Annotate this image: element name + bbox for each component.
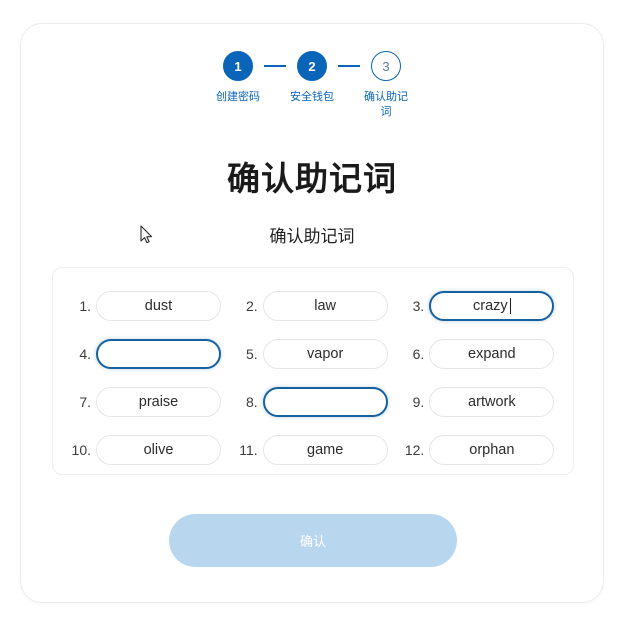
mnemonic-word-input[interactable]: [96, 339, 221, 369]
stepper-connector-1-2: [264, 65, 286, 67]
step-circle-1: 1: [223, 51, 253, 81]
mnemonic-word-index: 10.: [71, 442, 91, 458]
mnemonic-word-value: vapor: [307, 346, 344, 362]
mnemonic-word-input[interactable]: dust: [96, 291, 221, 321]
mnemonic-word-input[interactable]: vapor: [262, 339, 388, 369]
confirm-button[interactable]: 确认: [169, 514, 457, 567]
step-label-3: 确认助记词: [364, 91, 408, 118]
mnemonic-word-index: 4.: [79, 346, 91, 362]
mnemonic-word-cell: 5. vapor: [232, 339, 395, 369]
mnemonic-word-index: 6.: [412, 346, 425, 362]
step-circle-2: 2: [297, 51, 327, 81]
mnemonic-word-index: 9.: [412, 394, 425, 410]
mnemonic-word-cell: 9. artwork: [398, 387, 561, 417]
mnemonic-word-value: expand: [468, 346, 516, 362]
step-label-1: 创建密码: [216, 91, 260, 103]
wallet-setup-card: 1 创建密码 2 安全钱包 3 确认助记词 确认助记词 确认助记词 1. dust…: [20, 23, 604, 603]
mnemonic-word-input[interactable]: [262, 387, 388, 417]
mnemonic-word-index: 12.: [404, 442, 425, 458]
mnemonic-word-input[interactable]: artwork: [429, 387, 555, 417]
mnemonic-word-cell: 4.: [65, 339, 228, 369]
mnemonic-word-input[interactable]: expand: [429, 339, 555, 369]
mnemonic-panel: 1. dust 2. law 3. crazy 4. 5. vapor 6. expand 7. pra…: [52, 267, 574, 475]
mnemonic-word-input[interactable]: game: [262, 435, 388, 465]
page-title: 确认助记词: [227, 160, 397, 197]
mnemonic-word-cell: 10. olive: [65, 435, 228, 465]
mnemonic-word-cell: 1. dust: [65, 291, 228, 321]
mnemonic-word-value: praise: [138, 394, 179, 410]
progress-stepper: 1 创建密码 2 安全钱包 3 确认助记词: [21, 51, 603, 120]
mnemonic-word-value: artwork: [468, 394, 516, 410]
mnemonic-word-value: olive: [143, 442, 174, 458]
mnemonic-word-cell: 3. crazy: [398, 291, 561, 321]
mnemonic-word-cell: 6. expand: [398, 339, 561, 369]
mnemonic-word-index: 5.: [245, 346, 258, 362]
mnemonic-word-cell: 8.: [232, 387, 395, 417]
step-label-2: 安全钱包: [290, 91, 334, 103]
mnemonic-word-index: 8.: [245, 394, 258, 410]
mnemonic-word-cell: 12. orphan: [398, 435, 561, 465]
mnemonic-word-index: 1.: [79, 298, 91, 314]
step-circle-3: 3: [371, 51, 401, 81]
mnemonic-word-value: crazy: [473, 298, 508, 314]
mnemonic-word-value: dust: [144, 298, 173, 314]
mnemonic-word-cell: 7. praise: [65, 387, 228, 417]
stepper-step-3[interactable]: 3 确认助记词: [360, 51, 412, 120]
mnemonic-word-cell: 11. game: [232, 435, 395, 465]
stepper-connector-2-3: [338, 65, 360, 67]
mnemonic-word-index: 11.: [239, 442, 258, 458]
mnemonic-word-index: 2.: [245, 298, 258, 314]
mnemonic-word-input[interactable]: praise: [96, 387, 221, 417]
mnemonic-word-value: law: [314, 298, 337, 314]
mnemonic-word-value: game: [307, 442, 344, 458]
text-caret: [509, 298, 511, 314]
mnemonic-word-cell: 2. law: [232, 291, 395, 321]
page-subtitle: 确认助记词: [269, 227, 355, 246]
mnemonic-word-index: 3.: [412, 298, 425, 314]
mnemonic-word-input[interactable]: law: [262, 291, 388, 321]
mnemonic-word-value: orphan: [469, 442, 515, 458]
mnemonic-word-input[interactable]: olive: [96, 435, 221, 465]
mnemonic-word-input[interactable]: crazy: [429, 291, 555, 321]
mnemonic-word-input[interactable]: orphan: [429, 435, 555, 465]
stepper-step-1[interactable]: 1 创建密码: [212, 51, 264, 105]
stepper-step-2[interactable]: 2 安全钱包: [286, 51, 338, 105]
mnemonic-word-index: 7.: [79, 394, 91, 410]
mnemonic-grid: 1. dust 2. law 3. crazy 4. 5. vapor 6. expand 7. pra…: [65, 282, 561, 474]
